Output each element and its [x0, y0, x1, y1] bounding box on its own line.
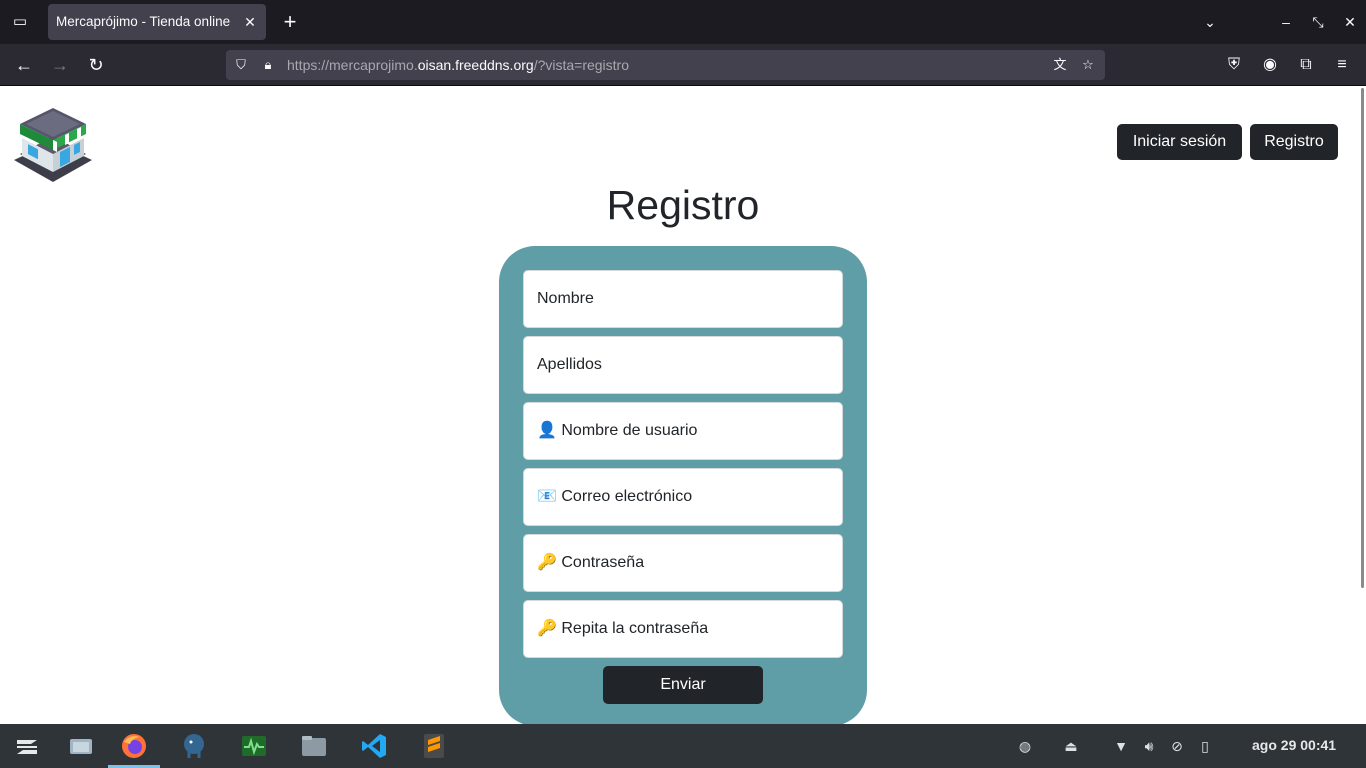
repeat-password-field[interactable]: 🔑 Repita la contraseña — [523, 600, 843, 658]
minimize-icon[interactable]: – — [1274, 10, 1298, 34]
forward-icon[interactable]: → — [48, 53, 72, 77]
tab-list-chevron-icon[interactable]: ⌄ — [1198, 10, 1222, 34]
firefox-icon[interactable] — [120, 732, 148, 760]
shop-logo-icon[interactable] — [12, 102, 94, 184]
lock-icon[interactable]: 🔒︎ — [259, 56, 277, 74]
battery-icon[interactable]: ▯ — [1196, 737, 1214, 755]
new-tab-icon[interactable]: + — [278, 10, 302, 34]
menu-icon[interactable]: ≡ — [1330, 53, 1354, 77]
email-field[interactable]: 📧 Correo electrónico — [523, 468, 843, 526]
tab-title: Mercaprójimo - Tienda online — [56, 14, 231, 29]
reload-icon[interactable]: ↻ — [84, 53, 108, 77]
os-taskbar: ◍ ⏏ ▼ 🔊︎ ⊘ ▯ ago 29 00:41 — [0, 724, 1366, 768]
submit-button[interactable]: Enviar — [603, 666, 763, 704]
eject-icon[interactable]: ⏏ — [1062, 737, 1080, 755]
restore-icon[interactable]: ⤡ — [1306, 10, 1330, 34]
url-bar[interactable]: ⛉ 🔒︎ https://mercaprojimo.oisan.freeddns… — [226, 50, 1105, 80]
first-name-field[interactable]: Nombre — [523, 270, 843, 328]
list-all-tabs-icon[interactable]: ▭ — [10, 12, 30, 32]
url-prefix: https://mercaprojimo. — [287, 57, 418, 73]
close-window-icon[interactable]: ✕ — [1338, 10, 1362, 34]
wifi-icon[interactable]: ▼ — [1112, 737, 1130, 755]
system-monitor-icon[interactable] — [240, 732, 268, 760]
obs-icon[interactable]: ◍ — [1016, 737, 1034, 755]
files-icon[interactable] — [300, 732, 328, 760]
login-button[interactable]: Iniciar sesión — [1117, 124, 1242, 160]
back-icon[interactable]: ← — [12, 53, 36, 77]
username-field[interactable]: 👤 Nombre de usuario — [523, 402, 843, 460]
register-button[interactable]: Registro — [1250, 124, 1338, 160]
clock[interactable]: ago 29 00:41 — [1252, 737, 1336, 753]
mic-muted-icon[interactable]: ⊘ — [1168, 737, 1186, 755]
vscode-icon[interactable] — [360, 732, 388, 760]
last-name-field[interactable]: Apellidos — [523, 336, 843, 394]
pocket-icon[interactable]: ⛨ — [1222, 53, 1246, 77]
url-text[interactable]: https://mercaprojimo.oisan.freeddns.org/… — [287, 57, 629, 73]
volume-icon[interactable]: 🔊︎ — [1140, 737, 1158, 755]
translate-icon[interactable]: 文 — [1051, 56, 1069, 74]
shield-icon[interactable]: ⛉ — [232, 56, 250, 74]
password-field[interactable]: 🔑 Contraseña — [523, 534, 843, 592]
account-icon[interactable]: ◉ — [1258, 53, 1282, 77]
bookmark-star-icon[interactable]: ☆ — [1079, 56, 1097, 74]
browser-tab-active[interactable]: Mercaprójimo - Tienda online ✕ — [48, 4, 266, 40]
page-content: Iniciar sesión Registro Registro Nombre … — [0, 86, 1366, 724]
browser-nav-bar: ← → ↻ ⛉ 🔒︎ https://mercaprojimo.oisan.fr… — [0, 44, 1366, 86]
workspace-icon[interactable] — [67, 732, 95, 760]
tab-close-icon[interactable]: ✕ — [240, 12, 260, 32]
url-host: oisan.freeddns.org — [417, 57, 534, 73]
page-title: Registro — [606, 182, 760, 228]
registration-form: Nombre Apellidos 👤 Nombre de usuario 📧 C… — [499, 246, 867, 724]
browser-tab-bar: ▭ Mercaprójimo - Tienda online ✕ + ⌄ – ⤡… — [0, 0, 1366, 44]
sublime-text-icon[interactable] — [420, 732, 448, 760]
postgresql-icon[interactable] — [180, 732, 208, 760]
extensions-icon[interactable]: ⧉ — [1294, 53, 1318, 77]
url-path: /?vista=registro — [533, 57, 630, 73]
scrollbar[interactable] — [1361, 88, 1364, 588]
app-menu-icon[interactable] — [13, 732, 41, 760]
